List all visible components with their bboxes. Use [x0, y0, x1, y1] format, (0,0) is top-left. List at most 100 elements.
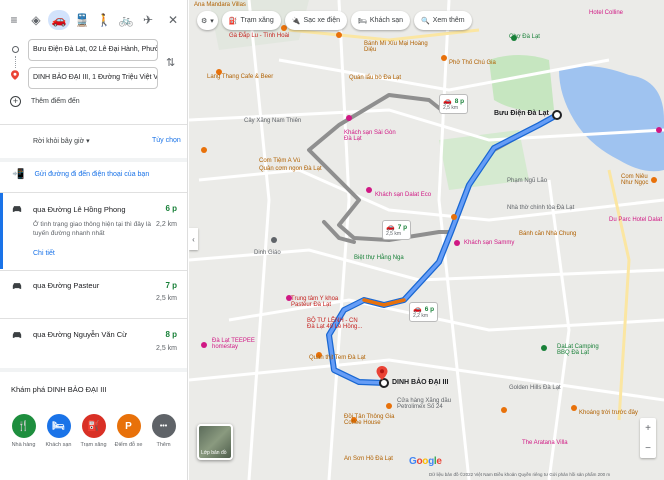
category-label: Khách sạn [45, 442, 72, 448]
map-label: Khoáng trời trước đây [579, 410, 638, 416]
map-label: Com Niêu Như Ngọc [621, 174, 649, 186]
route-option-2[interactable]: qua Đường Pasteur 7 p 2,5 km [0, 270, 187, 318]
depart-label: Rời khỏi bây giờ [33, 138, 85, 145]
chevron-left-icon: ‹ [192, 234, 195, 244]
chevron-down-icon: ▾ [210, 17, 214, 25]
category-more[interactable]: ••• Thêm [151, 414, 176, 448]
gas-icon: ⛽ [81, 414, 106, 438]
route-option-3[interactable]: qua Đường Nguyễn Văn Cừ 8 p 2,5 km [0, 318, 187, 366]
explore-title: Khám phá DINH BẢO ĐẠI III [11, 385, 107, 394]
map-label: Cây Xăng Nam Thiên [244, 118, 302, 124]
options-button[interactable]: Tùy chọn [152, 137, 181, 144]
map-label: Hotel Colline [589, 10, 624, 16]
hotel-icon: 🛏 [46, 414, 71, 438]
map-label: Nhà thờ chính tòa Đà Lạt [507, 205, 575, 211]
category-label: Trạm xăng [80, 442, 107, 448]
divider [0, 158, 187, 162]
more-icon: ••• [151, 414, 176, 438]
origin-marker-icon [552, 110, 562, 120]
explore-categories: 🍴 Nhà hàng 🛏 Khách sạn ⛽ Trạm xăng P Điể… [11, 414, 176, 448]
google-logo: Google [409, 456, 442, 467]
add-destination-label: Thêm điểm đến [31, 98, 80, 105]
layers-button[interactable]: Lớp bản đồ [197, 424, 233, 460]
car-icon [12, 332, 22, 338]
map-chips: ⚙ ▾ ⛽ Trạm xăng 🔌 Sạc xe điện 🛏 Khách sạn 🔍 X… [197, 11, 472, 30]
route-box-nguyen-van-cu[interactable]: 🚗 7 p 2,5 km [382, 220, 412, 240]
chip-label: Trạm xăng [240, 17, 274, 24]
directions-panel: ≡ ◈ 🚗 🚆 🚶 🚲 ✈ ✕ Bưu Điện Đà Lạt, 02 Lê Đ… [0, 0, 188, 480]
route-box-pasteur[interactable]: 🚗 8 p 2,5 km [439, 94, 469, 114]
route-box-le-hong-phong[interactable]: 🚗 6 p 2,2 km [409, 302, 439, 322]
map-footer: Dữ liệu bản đồ ©2022 Việt Nam Điều khoản… [429, 472, 611, 477]
bike-mode-icon[interactable]: 🚲 [116, 10, 136, 30]
route-dots-icon [15, 56, 16, 68]
map-label: Gà Đắp Lu - Tình Hoài [229, 33, 290, 39]
map-label: Phạm Ngũ Lão [507, 178, 548, 184]
zoom-out-icon[interactable]: − [645, 443, 651, 454]
map-label: Cửa hàng Xăng dầu Petrolimex Số 24 [397, 398, 452, 410]
zoom-controls: + − [640, 418, 656, 458]
car-icon [12, 206, 22, 212]
route-name: qua Đường Lê Hồng Phong [33, 205, 126, 214]
restaurant-icon: 🍴 [11, 414, 36, 438]
map-label: Khách sạn Sài Gòn Đà Lạt [344, 130, 396, 142]
map-label: Golden Hills Đà Lạt [509, 385, 561, 391]
chip-more[interactable]: 🔍 Xem thêm [414, 11, 472, 30]
category-parking[interactable]: P Điểm đỗ xe [114, 414, 143, 448]
map-canvas[interactable]: ⚙ ▾ ⛽ Trạm xăng 🔌 Sạc xe điện 🛏 Khách sạn 🔍 X… [189, 0, 664, 480]
map-label: Khách sạn Dalat Eco [375, 192, 432, 198]
car-icon [12, 283, 22, 289]
route-box-distance: 2,5 km [443, 105, 459, 111]
destination-input[interactable]: DINH BẢO ĐẠI III, 1 Đường Triệu Việt Vươ [28, 67, 158, 89]
map-settings-button[interactable]: ⚙ ▾ [197, 11, 218, 30]
category-label: Điểm đỗ xe [114, 442, 143, 448]
route-details-link[interactable]: Chi tiết [33, 250, 55, 257]
map-label: Lang Thang Cafe & Beer [207, 74, 274, 80]
route-time: 7 p [165, 281, 177, 290]
send-to-phone-label: Gửi đường đi đến điện thoại của bạn [34, 171, 150, 178]
gas-icon: ⛽ [228, 17, 238, 25]
car-mode-icon[interactable]: 🚗 [48, 10, 70, 30]
chip-hotel[interactable]: 🛏 Khách sạn [351, 11, 411, 30]
car-icon: 🚗 [413, 306, 422, 313]
depart-time-dropdown[interactable]: Rời khỏi bây giờ ▾ [33, 137, 90, 145]
origin-input[interactable]: Bưu Điện Đà Lạt, 02 Lê Đại Hành, Phường [28, 39, 158, 61]
settings-icon: ⚙ [201, 17, 208, 25]
close-icon[interactable]: ✕ [163, 10, 183, 30]
menu-icon[interactable]: ≡ [4, 10, 24, 30]
map-label: Du Parc Hotel Dalat [609, 217, 663, 223]
map-label: Trung tâm Y khoa Pasteur Đà Lạt [291, 296, 339, 308]
divider [0, 124, 187, 125]
route-distance: 2,5 km [155, 295, 177, 302]
plus-icon: + [10, 96, 21, 107]
send-to-phone-button[interactable]: 📲 Gửi đường đi đến điện thoại của bạn [12, 169, 149, 180]
route-box-time: 8 p [454, 97, 465, 105]
route-name: qua Đường Nguyễn Văn Cừ [33, 330, 128, 339]
chip-ev[interactable]: 🔌 Sạc xe điện [284, 11, 348, 30]
flight-mode-icon[interactable]: ✈ [138, 10, 158, 30]
category-hotels[interactable]: 🛏 Khách sạn [45, 414, 72, 448]
chip-gas[interactable]: ⛽ Trạm xăng [221, 11, 281, 30]
best-route-icon[interactable]: ◈ [26, 10, 46, 30]
divider [0, 368, 187, 372]
map-label: Quán lẩu bò Đa Lạt [349, 75, 402, 81]
map-label: Đà Lạt TEEPEE homestay [212, 338, 255, 350]
map-label: An Sơn Hồ Đà Lạt [344, 456, 393, 462]
car-icon: 🚗 [386, 224, 395, 231]
transit-mode-icon[interactable]: 🚆 [72, 10, 92, 30]
zoom-in-icon[interactable]: + [645, 423, 651, 434]
map-label: Bánh Mì Xíu Mại Hoàng Diệu [364, 41, 428, 53]
map-label: BỘ TƯ LỆNH - CN Đà Lạt 49 Lê Hồng... [307, 318, 363, 330]
swap-icon[interactable]: ⇅ [166, 56, 175, 69]
ev-charging-icon: 🔌 [291, 17, 301, 25]
category-gas[interactable]: ⛽ Trạm xăng [80, 414, 107, 448]
origin-label: Bưu Điện Đà Lạt [494, 110, 549, 117]
map-label: Chợ Đà Lạt [509, 34, 540, 40]
walk-mode-icon[interactable]: 🚶 [94, 10, 114, 30]
category-restaurants[interactable]: 🍴 Nhà hàng [11, 414, 36, 448]
route-option-1[interactable]: qua Đường Lê Hồng Phong 6 p Ở tình trạng… [0, 192, 187, 270]
chip-label: Xem thêm [432, 17, 465, 24]
category-label: Nhà hàng [11, 442, 36, 448]
add-destination-button[interactable]: + Thêm điểm đến [10, 96, 80, 107]
collapse-panel-button[interactable]: ‹ [189, 228, 198, 250]
